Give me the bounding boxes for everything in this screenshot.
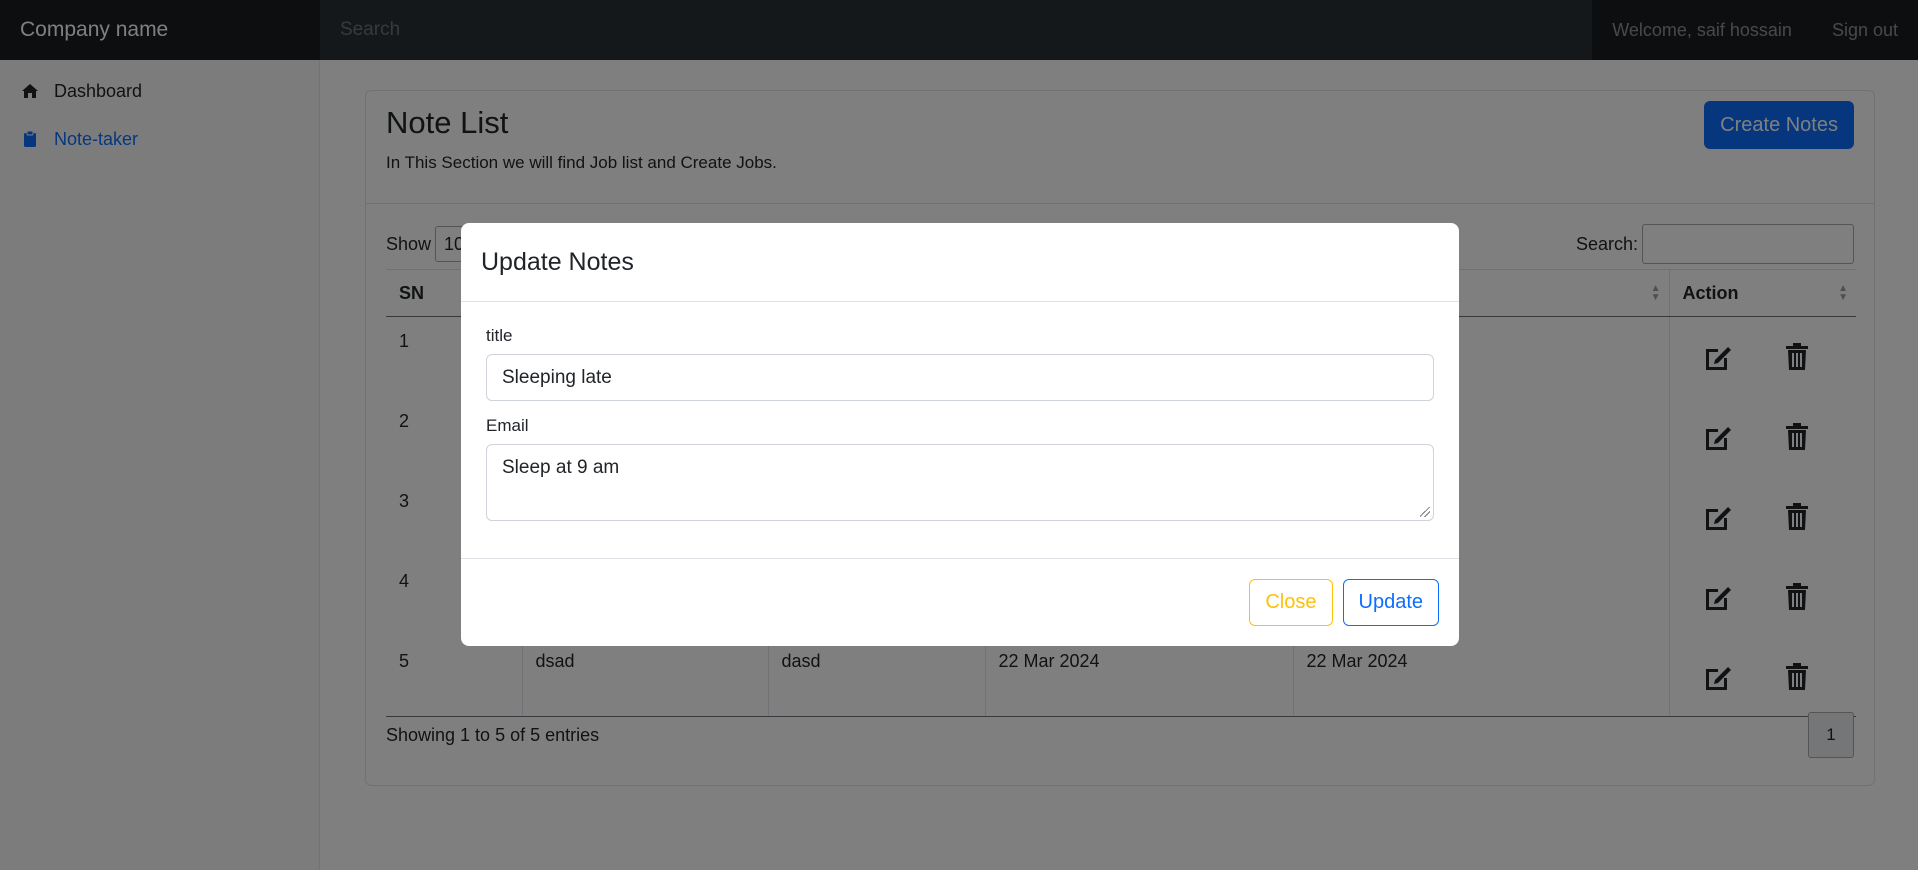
title-input[interactable]: Sleeping late [486, 354, 1434, 401]
modal-body: title Sleeping late Email Sleep at 9 am [461, 302, 1459, 521]
email-textarea[interactable]: Sleep at 9 am [486, 444, 1434, 521]
update-button[interactable]: Update [1342, 579, 1439, 626]
update-notes-modal: Update Notes title Sleeping late Email S… [461, 223, 1459, 646]
modal-title: Update Notes [461, 223, 1459, 302]
title-label: title [486, 326, 513, 345]
email-textarea-value: Sleep at 9 am [502, 457, 620, 478]
close-button[interactable]: Close [1249, 579, 1333, 626]
resize-handle-icon[interactable] [1420, 507, 1430, 517]
modal-footer: Close Update [461, 558, 1459, 646]
email-label: Email [486, 416, 529, 435]
